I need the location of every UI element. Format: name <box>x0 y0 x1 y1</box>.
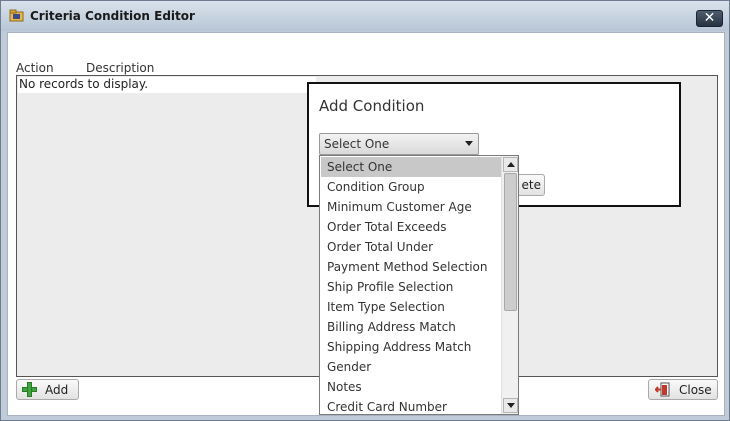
scroll-down-button[interactable] <box>503 398 518 413</box>
scrollbar-thumb[interactable] <box>504 173 517 311</box>
exit-door-icon <box>655 382 670 397</box>
select-value: Select One <box>324 137 390 151</box>
close-button-label: Close <box>679 383 712 397</box>
plus-icon <box>22 382 37 397</box>
dropdown-option-notes[interactable]: Notes <box>321 377 501 397</box>
dropdown-option-item-type-selection[interactable]: Item Type Selection <box>321 297 501 317</box>
arrow-down-icon <box>507 403 515 408</box>
dropdown-scrollbar[interactable] <box>501 156 518 414</box>
dialog-action-button-label: ete <box>521 178 541 192</box>
empty-grid-message: No records to display. <box>18 77 316 93</box>
column-header-description[interactable]: Description <box>86 61 154 75</box>
dropdown-option-condition-group[interactable]: Condition Group <box>321 177 501 197</box>
dropdown-option-ship-profile-selection[interactable]: Ship Profile Selection <box>321 277 501 297</box>
dropdown-option-shipping-address-match[interactable]: Shipping Address Match <box>321 337 501 357</box>
window-title: Criteria Condition Editor <box>30 9 195 23</box>
dropdown-option-credit-card-number[interactable]: Credit Card Number <box>321 397 501 414</box>
condition-type-select[interactable]: Select One <box>319 133 479 155</box>
folder-app-icon <box>9 9 24 22</box>
dialog-title: Add Condition <box>319 97 425 115</box>
arrow-up-icon <box>507 162 515 167</box>
add-button-label: Add <box>45 383 69 397</box>
dropdown-option-order-total-exceeds[interactable]: Order Total Exceeds <box>321 217 501 237</box>
dropdown-option-gender[interactable]: Gender <box>321 357 501 377</box>
add-button[interactable]: Add <box>16 379 79 400</box>
dropdown-option-billing-address-match[interactable]: Billing Address Match <box>321 317 501 337</box>
scroll-up-button[interactable] <box>503 157 518 172</box>
dropdown-option-minimum-customer-age[interactable]: Minimum Customer Age <box>321 197 501 217</box>
window-close-button[interactable]: ✕ <box>696 10 723 27</box>
dropdown-option-select-one[interactable]: Select One <box>321 157 501 177</box>
chevron-down-icon[interactable] <box>465 141 473 146</box>
dropdown-option-order-total-under[interactable]: Order Total Under <box>321 237 501 257</box>
close-icon: ✕ <box>703 10 716 26</box>
condition-type-dropdown-list: Select One Condition Group Minimum Custo… <box>319 155 519 415</box>
title-bar[interactable]: Criteria Condition Editor ✕ <box>1 1 729 31</box>
column-header-action[interactable]: Action <box>16 61 54 75</box>
dropdown-option-payment-method-selection[interactable]: Payment Method Selection <box>321 257 501 277</box>
close-button[interactable]: Close <box>648 379 718 400</box>
